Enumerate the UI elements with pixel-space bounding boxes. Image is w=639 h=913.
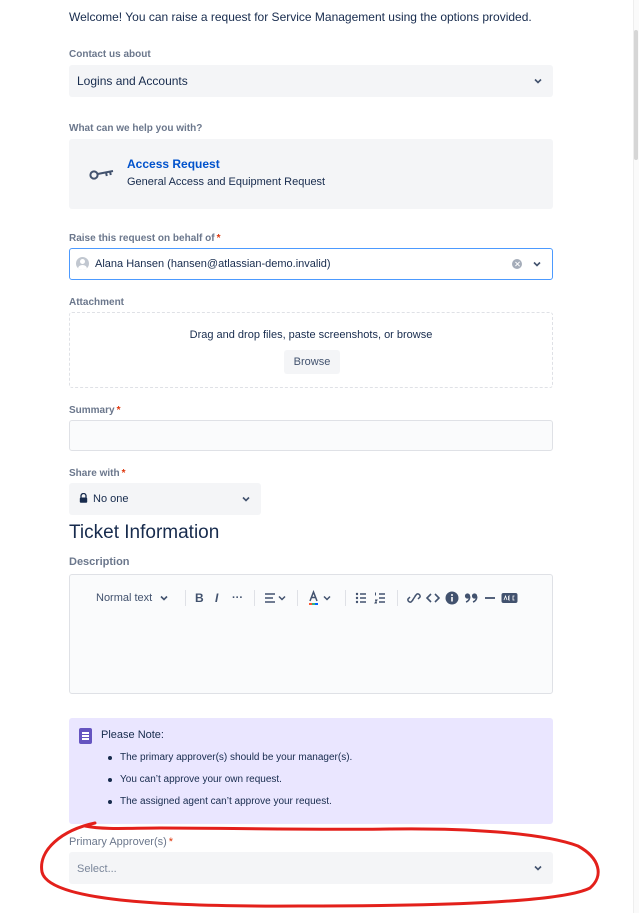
text-style-label: Normal text [96,592,153,604]
chevron-down-icon [160,595,168,601]
dropzone-text: Drag and drop files, paste screenshots, … [189,329,433,341]
toolbar-divider [397,590,398,606]
request-type-card[interactable]: Access Request General Access and Equipm… [69,139,553,209]
description-editor[interactable]: Normal text B I ··· [69,574,553,694]
chevron-down-icon [534,865,542,871]
text-style-dropdown[interactable]: Normal text [96,590,169,606]
section-heading: Ticket Information [69,522,220,543]
behalf-label: Raise this request on behalf of * [69,233,221,244]
avatar [76,257,89,270]
info-icon[interactable] [445,590,459,606]
browse-button[interactable]: Browse [284,350,340,374]
note-title: Please Note: [101,729,164,741]
approver-placeholder: Select... [77,863,117,875]
lock-icon [79,493,88,503]
share-label: Share with * [69,468,126,479]
alignment-icon[interactable] [264,590,288,606]
italic-button[interactable]: I [215,590,218,606]
contact-label: Contact us about [69,49,151,60]
more-formatting-button[interactable]: ··· [232,590,243,606]
toolbar-divider [297,590,298,606]
welcome-message: Welcome! You can raise a request for Ser… [69,10,532,24]
page-scrollbar[interactable] [633,0,639,913]
spellcheck-icon[interactable] [501,590,518,606]
note-icon [79,728,92,744]
divider-icon[interactable] [484,590,496,606]
bullet-list-icon[interactable] [355,590,367,606]
help-label: What can we help you with? [69,123,203,134]
chevron-down-icon [242,496,250,502]
chevron-down-icon [534,78,542,84]
attachment-dropzone[interactable]: Drag and drop files, paste screenshots, … [69,312,553,388]
contact-value: Logins and Accounts [77,74,188,88]
request-type-title[interactable]: Access Request [127,157,220,171]
toolbar-divider [254,590,255,606]
bold-button[interactable]: B [195,590,204,606]
list-item: The assigned agent can’t approve your re… [107,796,352,818]
approver-label: Primary Approver(s) * [69,836,174,848]
clear-icon[interactable] [512,259,522,269]
text-color-icon[interactable] [308,590,334,606]
description-label: Description [69,556,130,568]
share-value: No one [93,493,129,505]
request-type-description: General Access and Equipment Request [127,176,326,188]
list-item: The primary approver(s) should be your m… [107,752,352,774]
summary-input[interactable] [69,420,553,451]
code-icon[interactable] [426,590,440,606]
note-list: The primary approver(s) should be your m… [107,752,352,818]
list-item: You can’t approve your own request. [107,774,352,796]
chevron-down-icon[interactable] [532,259,542,269]
attachment-label: Attachment [69,297,125,308]
toolbar-divider [345,590,346,606]
key-icon [89,170,114,180]
behalf-value: Alana Hansen (hansen@atlassian-demo.inva… [95,258,331,270]
quote-icon[interactable] [464,590,479,606]
link-icon[interactable] [407,590,421,606]
behalf-select[interactable]: Alana Hansen (hansen@atlassian-demo.inva… [69,248,553,280]
approval-note-panel: Please Note: The primary approver(s) sho… [69,718,553,824]
contact-select[interactable]: Logins and Accounts [69,65,553,97]
scroll-thumb[interactable] [634,30,638,160]
numbered-list-icon[interactable] [374,590,386,606]
share-select[interactable]: No one [69,483,261,515]
approver-select[interactable]: Select... [69,852,553,884]
summary-label: Summary * [69,405,121,416]
toolbar-divider [185,590,186,606]
